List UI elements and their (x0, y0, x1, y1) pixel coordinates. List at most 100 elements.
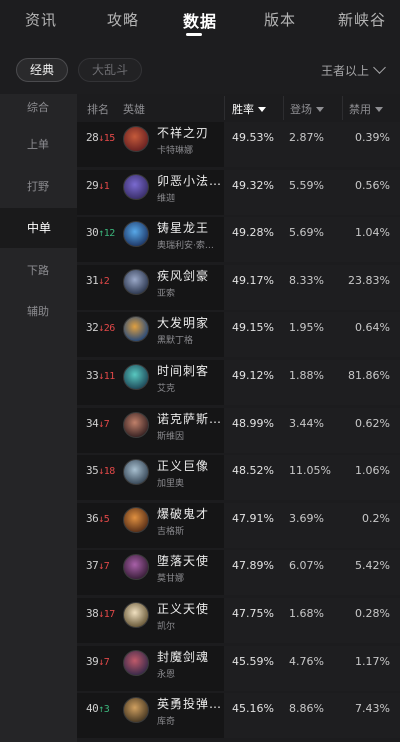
table-row[interactable]: 32↓26 大发明家 黑默丁格 49.15% 1.95% 0.64% (77, 312, 400, 357)
rank-number: 34 (86, 417, 99, 430)
table-row[interactable]: 30↑12 铸星龙王 奥瑞利安·索… 49.28% 5.69% 1.04% (77, 217, 400, 262)
sidebar-item-top[interactable]: 上单 (0, 130, 77, 160)
rank-number: 39 (86, 655, 99, 668)
rank-change: ↓7 (98, 561, 110, 572)
table-row[interactable]: 29↓1 卯恶小法… 维迦 49.32% 5.59% 0.56% (77, 170, 400, 215)
rank-change: ↓7 (98, 657, 110, 668)
rank-number: 37 (86, 559, 99, 572)
rank-number: 30 (86, 226, 99, 239)
rank-cell: 35↓18 (86, 464, 115, 477)
pick-rate-value: 5.59% (289, 179, 324, 192)
header-pick-rate-label: 登场 (290, 103, 312, 116)
tab-guides[interactable]: 攻略 (107, 9, 139, 30)
table-row[interactable]: 39↓7 封魔剑魂 永恩 45.59% 4.76% 1.17% (77, 646, 400, 691)
hero-avatar[interactable] (123, 697, 149, 723)
tab-news[interactable]: 资讯 (25, 9, 57, 30)
table-row[interactable]: 34↓7 诺克萨斯… 斯维因 48.99% 3.44% 0.62% (77, 408, 400, 453)
sidebar-item-mid[interactable]: 中单 (0, 208, 77, 248)
table-row[interactable]: 31↓2 疾风剑豪 亚索 49.17% 8.33% 23.83% (77, 265, 400, 310)
hero-name: 爆破鬼才 (157, 507, 210, 521)
rank-number: 40 (86, 702, 99, 715)
table-row[interactable]: 37↓7 堕落天使 莫甘娜 47.89% 6.07% 5.42% (77, 550, 400, 595)
table-row[interactable]: 33↓11 时间刺客 艾克 49.12% 1.88% 81.86% (77, 360, 400, 405)
hero-avatar[interactable] (123, 459, 149, 485)
ban-rate-value: 0.28% (355, 607, 390, 620)
hero-name: 时间刺客 (157, 364, 210, 378)
rank-number: 35 (86, 464, 99, 477)
row-right-bg (224, 360, 400, 405)
mode-classic-button[interactable]: 经典 (16, 58, 68, 82)
tab-version[interactable]: 版本 (264, 9, 296, 30)
hero-name: 封魔剑魂 (157, 650, 210, 664)
rank-change: ↓5 (98, 514, 110, 525)
hero-name: 正义天使 (157, 602, 210, 616)
win-rate-value: 49.28% (232, 226, 274, 239)
table-row[interactable]: 38↓17 正义天使 凯尔 47.75% 1.68% 0.28% (77, 598, 400, 643)
hero-avatar[interactable] (123, 602, 149, 628)
rank-change: ↑3 (98, 704, 110, 715)
hero-avatar[interactable] (123, 364, 149, 390)
mode-bar: 经典 大乱斗 王者以上 (0, 46, 400, 94)
hero-champion-name: 维迦 (157, 194, 176, 204)
ban-rate-value: 0.56% (355, 179, 390, 192)
win-rate-value: 49.12% (232, 369, 274, 382)
table-row[interactable]: 40↑3 英勇投弹… 库奇 45.16% 8.86% 7.43% (77, 693, 400, 738)
table-row[interactable]: 28↓15 不祥之刃 卡特琳娜 49.53% 2.87% 0.39% (77, 122, 400, 167)
rank-cell: 37↓7 (86, 559, 110, 572)
sort-icon (316, 107, 324, 112)
mode-aram-button[interactable]: 大乱斗 (78, 58, 142, 82)
hero-name: 大发明家 (157, 316, 210, 330)
win-rate-value: 48.99% (232, 417, 274, 430)
ban-rate-value: 5.42% (355, 559, 390, 572)
rank-change: ↓15 (98, 133, 115, 144)
rank-cell: 39↓7 (86, 655, 110, 668)
hero-avatar[interactable] (123, 412, 149, 438)
pick-rate-value: 11.05% (289, 464, 331, 477)
header-hero: 英雄 (123, 103, 145, 116)
rank-change: ↓1 (98, 181, 110, 192)
table-row[interactable]: 35↓18 正义巨像 加里奥 48.52% 11.05% 1.06% (77, 455, 400, 500)
header-pick-rate[interactable]: 登场 (290, 101, 324, 117)
header-divider (342, 96, 343, 120)
pick-rate-value: 8.33% (289, 274, 324, 287)
win-rate-value: 47.89% (232, 559, 274, 572)
rank-cell: 40↑3 (86, 702, 110, 715)
hero-champion-name: 吉格斯 (157, 527, 185, 537)
hero-champion-name: 加里奥 (157, 479, 185, 489)
win-rate-value: 49.17% (232, 274, 274, 287)
hero-champion-name: 艾克 (157, 384, 176, 394)
sidebar-item-overall[interactable]: 综合 (0, 94, 77, 124)
pick-rate-value: 1.68% (289, 607, 324, 620)
hero-avatar[interactable] (123, 221, 149, 247)
hero-avatar[interactable] (123, 507, 149, 533)
hero-avatar[interactable] (123, 650, 149, 676)
header-win-rate[interactable]: 胜率 (232, 101, 266, 117)
hero-avatar[interactable] (123, 316, 149, 342)
ban-rate-value: 0.2% (362, 512, 390, 525)
hero-avatar[interactable] (123, 174, 149, 200)
ban-rate-value: 1.04% (355, 226, 390, 239)
position-sidebar: 综合 上单 打野 中单 下路 辅助 (0, 94, 77, 742)
table-row[interactable]: 36↓5 爆破鬼才 吉格斯 47.91% 3.69% 0.2% (77, 503, 400, 548)
win-rate-value: 45.16% (232, 702, 274, 715)
rank-filter-dropdown[interactable]: 王者以上 (321, 61, 386, 79)
header-ban-rate-label: 禁用 (349, 103, 371, 116)
sidebar-item-jungle[interactable]: 打野 (0, 172, 77, 202)
sidebar-item-bot[interactable]: 下路 (0, 256, 77, 286)
hero-champion-name: 奥瑞利安·索… (157, 241, 214, 251)
header-ban-rate[interactable]: 禁用 (349, 101, 383, 117)
tab-data[interactable]: 数据 (183, 8, 217, 32)
sort-icon (375, 107, 383, 112)
hero-avatar[interactable] (123, 269, 149, 295)
win-rate-value: 47.75% (232, 607, 274, 620)
win-rate-value: 45.59% (232, 655, 274, 668)
hero-avatar[interactable] (123, 126, 149, 152)
chevron-down-icon (373, 61, 386, 74)
tab-new-rift[interactable]: 新峡谷 (338, 9, 386, 30)
table-header: 排名 英雄 胜率 登场 禁用 (77, 94, 400, 122)
rank-cell: 34↓7 (86, 417, 110, 430)
hero-avatar[interactable] (123, 554, 149, 580)
rank-change: ↓18 (98, 466, 115, 477)
ban-rate-value: 81.86% (348, 369, 390, 382)
sidebar-item-support[interactable]: 辅助 (0, 297, 77, 327)
